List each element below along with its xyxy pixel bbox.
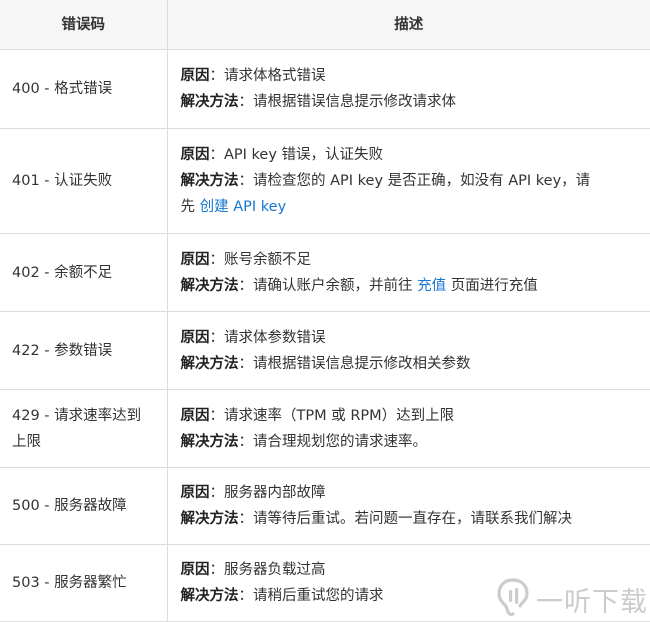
solution-text: ：请根据错误信息提示修改相关参数 [238, 355, 471, 372]
error-code: 401 - 认证失败 [0, 128, 168, 234]
cause-text: ：请求体格式错误 [209, 68, 326, 84]
watermark-text: 一听下载 [536, 586, 648, 618]
table-row: 401 - 认证失败 原因：API key 错误，认证失败 解决方法：请检查您的… [0, 128, 650, 234]
header-description: 描述 [167, 0, 650, 50]
error-description: 原因：账号余额不足 解决方法：请确认账户余额，并前往 充值 页面进行充值 [167, 233, 650, 312]
error-code-line: 上限 [12, 433, 41, 450]
solution-label: 解决方法 [180, 511, 239, 527]
cause-label: 原因 [180, 485, 210, 501]
solution-text: ：请确认账户余额，并前往 [238, 277, 418, 294]
solution-text-continued: 先 [180, 199, 200, 215]
table-row: 422 - 参数错误 原因：请求体参数错误 解决方法：请根据错误信息提示修改相关… [0, 311, 650, 390]
table-row: 402 - 余额不足 原因：账号余额不足 解决方法：请确认账户余额，并前往 充值… [0, 233, 650, 312]
error-code-table: 错误码 描述 400 - 格式错误 原因：请求体格式错误 解决方法：请根据错误信… [0, 0, 650, 622]
header-error-code: 错误码 [0, 0, 168, 50]
table-header-row: 错误码 描述 [0, 0, 650, 50]
cause-text: ：账号余额不足 [209, 251, 312, 268]
error-code: 503 - 服务器繁忙 [0, 544, 168, 622]
cause-text: ：请求速率（TPM 或 RPM）达到上限 [209, 407, 455, 424]
error-description: 原因：API key 错误，认证失败 解决方法：请检查您的 API key 是否… [167, 128, 650, 234]
error-code: 402 - 余额不足 [0, 233, 168, 312]
error-code: 400 - 格式错误 [0, 49, 168, 129]
solution-label: 解决方法 [180, 94, 239, 110]
cause-text: ：请求体参数错误 [209, 329, 326, 346]
cause-label: 原因 [180, 68, 210, 84]
cause-label: 原因 [180, 147, 210, 163]
cause-label: 原因 [180, 329, 210, 346]
recharge-link[interactable]: 充值 [417, 278, 446, 294]
solution-label: 解决方法 [180, 173, 239, 189]
error-description: 原因：请求体格式错误 解决方法：请根据错误信息提示修改请求体 [167, 49, 650, 129]
create-api-key-link[interactable]: 创建 API key [200, 199, 287, 215]
cause-text: ：服务器内部故障 [209, 485, 326, 501]
error-code: 500 - 服务器故障 [0, 467, 168, 545]
error-code: 429 - 请求速率达到 上限 [0, 389, 168, 468]
solution-label: 解决方法 [180, 588, 239, 604]
cause-label: 原因 [180, 251, 210, 268]
cause-text: ：服务器负载过高 [209, 562, 326, 578]
table-row: 429 - 请求速率达到 上限 原因：请求速率（TPM 或 RPM）达到上限 解… [0, 389, 650, 468]
solution-text: ：请合理规划您的请求速率。 [238, 433, 428, 450]
solution-label: 解决方法 [180, 355, 239, 372]
cause-label: 原因 [180, 562, 210, 578]
error-code-line: 429 - 请求速率达到 [12, 407, 142, 424]
solution-text-tail: 页面进行充值 [446, 277, 538, 294]
solution-text: ：请根据错误信息提示修改请求体 [238, 94, 457, 110]
solution-text: ：请检查您的 API key 是否正确，如没有 API key，请 [238, 173, 591, 189]
error-description: 原因：请求体参数错误 解决方法：请根据错误信息提示修改相关参数 [167, 311, 650, 390]
solution-label: 解决方法 [180, 277, 239, 294]
cause-label: 原因 [180, 407, 210, 424]
cause-text: ：API key 错误，认证失败 [209, 147, 384, 163]
error-description: 原因：请求速率（TPM 或 RPM）达到上限 解决方法：请合理规划您的请求速率。 [167, 389, 650, 468]
ear-logo-icon [496, 577, 530, 621]
solution-text: ：请稍后重试您的请求 [238, 588, 384, 604]
watermark: 一听下载 [496, 577, 648, 621]
solution-label: 解决方法 [180, 433, 239, 450]
error-code: 422 - 参数错误 [0, 311, 168, 390]
table-row: 400 - 格式错误 原因：请求体格式错误 解决方法：请根据错误信息提示修改请求… [0, 49, 650, 129]
table-row: 500 - 服务器故障 原因：服务器内部故障 解决方法：请等待后重试。若问题一直… [0, 467, 650, 545]
error-description: 原因：服务器内部故障 解决方法：请等待后重试。若问题一直存在，请联系我们解决 [167, 467, 650, 545]
solution-text: ：请等待后重试。若问题一直存在，请联系我们解决 [238, 511, 573, 527]
